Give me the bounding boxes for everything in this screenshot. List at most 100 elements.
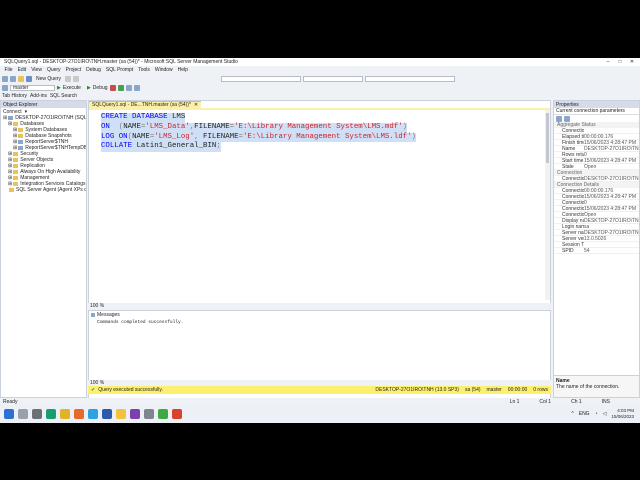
addin-add-ins[interactable]: Add-ins [30,93,47,99]
status-user: sa (54) [464,387,481,393]
code-token: ) [402,122,408,131]
execute-button[interactable]: Execute [63,85,81,91]
close-icon[interactable]: ✕ [626,58,638,66]
chevron-up-icon[interactable]: ^ [571,411,573,417]
property-row[interactable]: SPID 54 [554,248,639,254]
code-area[interactable]: CREATE DATABASE LMS ON (NAME='LMS_Data',F… [101,113,416,153]
folder-icon [18,134,24,138]
camtasia-green-icon[interactable] [158,409,168,419]
language-indicator[interactable]: ENG [579,411,590,417]
properties-toolbar [554,115,639,122]
forward-icon[interactable] [10,75,16,82]
back-icon[interactable] [2,75,8,82]
object-explorer-title: Object Explorer [3,101,38,108]
menu-project[interactable]: Project [63,67,84,73]
execute-icon[interactable]: ▶ [57,85,61,91]
tree-node[interactable]: SQL Server Agent (Agent XPs disabl [1,187,86,193]
expand-icon[interactable]: ⊞ [3,115,7,121]
tree-node[interactable]: ⊞ ReportServer$TNHTempDB [1,145,86,151]
code-token: LMS [171,113,186,121]
menu-view[interactable]: View [29,67,45,73]
addin-tab-history[interactable]: Tab History [2,93,27,99]
status-time: 00:00:00 [507,387,528,393]
plan-icon[interactable] [125,84,132,91]
messages-tab[interactable]: Messages [91,312,120,318]
property-value: Open [584,164,597,170]
minimize-icon[interactable]: – [602,58,614,66]
solution-config-box[interactable] [303,75,364,82]
server-icon [8,116,14,120]
menu-sql-prompt[interactable]: SQL Prompt [103,67,135,73]
expand-icon[interactable]: ⊞ [8,121,12,127]
editor-zoom[interactable]: 100 % [90,303,104,309]
code-token: 'LMS_Log' [154,132,195,141]
visual-studio-icon[interactable] [130,409,140,419]
clock[interactable]: 4:03 PM 15/06/2023 [611,408,634,419]
editor-scrollbar[interactable] [545,110,550,300]
ssms-icon[interactable] [144,409,154,419]
connect-button[interactable]: Connect [3,109,22,115]
volume-icon[interactable]: ◁ [603,411,607,417]
properties-object[interactable]: Current connection parameters [554,108,639,115]
parse-icon[interactable] [117,84,124,91]
categorized-icon[interactable] [556,115,562,122]
connect-icon[interactable] [2,84,8,91]
new-query-button[interactable]: New Query [34,76,63,82]
menu-bar: File Edit View Query Project Debug SQL Prompt T… [0,66,640,74]
property-key: Connection finish [562,194,584,200]
menu-query[interactable]: Query [44,67,63,73]
search-icon[interactable] [18,409,28,419]
open-icon[interactable] [18,75,24,82]
property-key: Display name [562,218,584,224]
menu-help[interactable]: Help [175,67,190,73]
expand-icon[interactable]: ⊞ [8,181,12,187]
property-value: sa [584,224,590,230]
status-server: DESKTOP-27O1IRO\TNH (13.0 SP3) [375,387,459,393]
maximize-icon[interactable]: □ [614,58,626,66]
save-icon[interactable] [26,75,32,82]
debug-icon[interactable]: ▶ [87,85,91,91]
database-select[interactable]: master [10,84,55,91]
word-icon[interactable] [102,409,112,419]
property-description: Name The name of the connection. [554,375,639,397]
code-token: ON [101,122,119,131]
menu-debug[interactable]: Debug [84,67,104,73]
addin-sql-search[interactable]: SQL Search [50,93,77,99]
document-tab[interactable]: SQLQuery1.sql - DE...TNH.master (sa (54)… [89,101,202,108]
alphabetical-icon[interactable] [564,115,570,122]
system-tray: ^ ENG ◔ ◁ 4:03 PM 15/06/2023 [571,408,634,419]
stop-icon[interactable] [109,84,116,91]
explorer-icon[interactable] [116,409,126,419]
code-token: Latin1_General_BIN [136,142,217,151]
menu-window[interactable]: Window [152,67,175,73]
tree-node-label: SQL Server Agent (Agent XPs disabl [16,187,86,193]
expand-icon[interactable]: ⊞ [13,145,17,151]
menu-edit[interactable]: Edit [15,67,29,73]
search-box[interactable] [365,75,456,82]
folder-icon [13,122,19,126]
task-view-icon[interactable] [32,409,42,419]
agent-icon [9,188,14,192]
folder-icon [18,128,24,132]
menu-file[interactable]: File [2,67,15,73]
menu-tools[interactable]: Tools [136,67,153,73]
redo-icon[interactable] [73,75,80,82]
code-token: ) [411,132,416,141]
results-grid-icon[interactable] [133,84,140,91]
chrome-icon[interactable] [60,409,70,419]
find-box[interactable] [221,75,302,82]
telegram-icon[interactable] [88,409,98,419]
debug-button[interactable]: Debug [93,85,108,91]
property-value: 13.0.5026 [584,236,607,242]
firefox-icon[interactable] [74,409,84,419]
undo-icon[interactable] [65,75,72,82]
property-description-text: The name of the connection. [556,384,620,390]
filter-icon[interactable]: ▾ [25,109,28,115]
edge-icon[interactable] [46,409,56,419]
start-icon[interactable] [4,409,14,419]
camtasia-red-icon[interactable] [172,409,182,419]
status-mode: INS [601,398,610,405]
editor-scroll-thumb[interactable] [546,113,549,163]
folder-icon [13,176,19,180]
wifi-icon[interactable]: ◔ [595,411,598,417]
